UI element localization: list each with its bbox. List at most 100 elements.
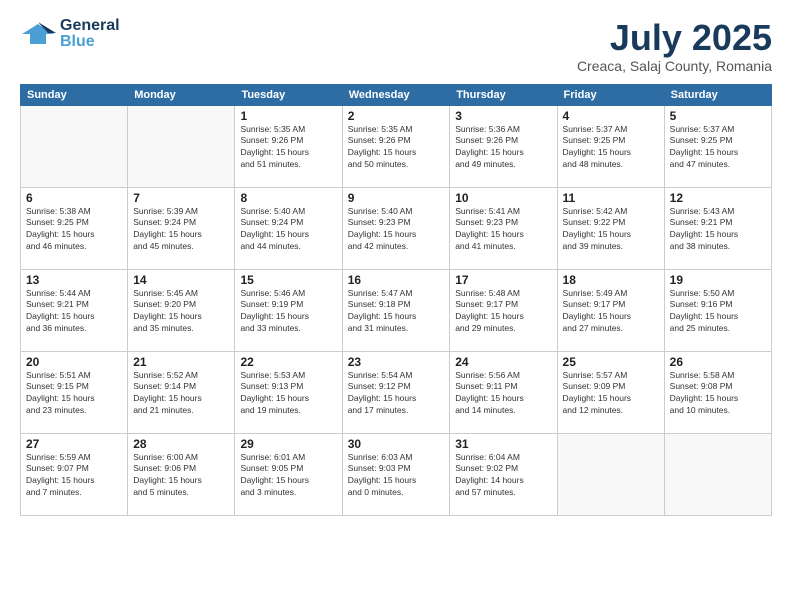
calendar-cell: 30Sunrise: 6:03 AM Sunset: 9:03 PM Dayli…	[342, 433, 450, 515]
day-info: Sunrise: 5:46 AM Sunset: 9:19 PM Dayligh…	[240, 288, 336, 336]
day-number: 21	[133, 355, 229, 369]
day-info: Sunrise: 5:41 AM Sunset: 9:23 PM Dayligh…	[455, 206, 551, 254]
col-sunday: Sunday	[21, 84, 128, 105]
day-info: Sunrise: 6:04 AM Sunset: 9:02 PM Dayligh…	[455, 452, 551, 500]
day-number: 19	[670, 273, 766, 287]
day-number: 1	[240, 109, 336, 123]
logo-general-text: General	[60, 18, 120, 34]
day-number: 6	[26, 191, 122, 205]
calendar-week-1: 1Sunrise: 5:35 AM Sunset: 9:26 PM Daylig…	[21, 105, 772, 187]
logo-blue-text: Blue	[60, 34, 120, 50]
calendar-cell: 31Sunrise: 6:04 AM Sunset: 9:02 PM Dayli…	[450, 433, 557, 515]
calendar-cell: 14Sunrise: 5:45 AM Sunset: 9:20 PM Dayli…	[128, 269, 235, 351]
day-info: Sunrise: 5:36 AM Sunset: 9:26 PM Dayligh…	[455, 124, 551, 172]
calendar-cell	[21, 105, 128, 187]
day-info: Sunrise: 5:43 AM Sunset: 9:21 PM Dayligh…	[670, 206, 766, 254]
day-info: Sunrise: 5:38 AM Sunset: 9:25 PM Dayligh…	[26, 206, 122, 254]
day-number: 31	[455, 437, 551, 451]
calendar-cell: 9Sunrise: 5:40 AM Sunset: 9:23 PM Daylig…	[342, 187, 450, 269]
day-info: Sunrise: 5:50 AM Sunset: 9:16 PM Dayligh…	[670, 288, 766, 336]
col-wednesday: Wednesday	[342, 84, 450, 105]
day-number: 28	[133, 437, 229, 451]
day-info: Sunrise: 5:52 AM Sunset: 9:14 PM Dayligh…	[133, 370, 229, 418]
calendar-week-2: 6Sunrise: 5:38 AM Sunset: 9:25 PM Daylig…	[21, 187, 772, 269]
calendar-cell: 28Sunrise: 6:00 AM Sunset: 9:06 PM Dayli…	[128, 433, 235, 515]
day-info: Sunrise: 5:54 AM Sunset: 9:12 PM Dayligh…	[348, 370, 445, 418]
calendar-cell: 8Sunrise: 5:40 AM Sunset: 9:24 PM Daylig…	[235, 187, 342, 269]
calendar-cell: 10Sunrise: 5:41 AM Sunset: 9:23 PM Dayli…	[450, 187, 557, 269]
day-info: Sunrise: 5:45 AM Sunset: 9:20 PM Dayligh…	[133, 288, 229, 336]
day-info: Sunrise: 5:35 AM Sunset: 9:26 PM Dayligh…	[240, 124, 336, 172]
day-number: 10	[455, 191, 551, 205]
calendar-cell: 3Sunrise: 5:36 AM Sunset: 9:26 PM Daylig…	[450, 105, 557, 187]
calendar-cell: 17Sunrise: 5:48 AM Sunset: 9:17 PM Dayli…	[450, 269, 557, 351]
calendar-cell: 23Sunrise: 5:54 AM Sunset: 9:12 PM Dayli…	[342, 351, 450, 433]
day-number: 26	[670, 355, 766, 369]
calendar-cell: 12Sunrise: 5:43 AM Sunset: 9:21 PM Dayli…	[664, 187, 771, 269]
calendar-cell: 4Sunrise: 5:37 AM Sunset: 9:25 PM Daylig…	[557, 105, 664, 187]
calendar-cell: 25Sunrise: 5:57 AM Sunset: 9:09 PM Dayli…	[557, 351, 664, 433]
calendar-cell: 29Sunrise: 6:01 AM Sunset: 9:05 PM Dayli…	[235, 433, 342, 515]
calendar-cell: 19Sunrise: 5:50 AM Sunset: 9:16 PM Dayli…	[664, 269, 771, 351]
calendar-cell: 27Sunrise: 5:59 AM Sunset: 9:07 PM Dayli…	[21, 433, 128, 515]
day-number: 27	[26, 437, 122, 451]
calendar-cell: 24Sunrise: 5:56 AM Sunset: 9:11 PM Dayli…	[450, 351, 557, 433]
day-number: 14	[133, 273, 229, 287]
col-thursday: Thursday	[450, 84, 557, 105]
calendar-page: General Blue July 2025 Creaca, Salaj Cou…	[0, 0, 792, 612]
day-number: 25	[563, 355, 659, 369]
day-number: 13	[26, 273, 122, 287]
day-number: 30	[348, 437, 445, 451]
col-friday: Friday	[557, 84, 664, 105]
day-number: 20	[26, 355, 122, 369]
day-number: 23	[348, 355, 445, 369]
day-number: 12	[670, 191, 766, 205]
day-info: Sunrise: 5:57 AM Sunset: 9:09 PM Dayligh…	[563, 370, 659, 418]
calendar-week-4: 20Sunrise: 5:51 AM Sunset: 9:15 PM Dayli…	[21, 351, 772, 433]
col-saturday: Saturday	[664, 84, 771, 105]
day-number: 17	[455, 273, 551, 287]
day-info: Sunrise: 5:39 AM Sunset: 9:24 PM Dayligh…	[133, 206, 229, 254]
calendar-cell: 13Sunrise: 5:44 AM Sunset: 9:21 PM Dayli…	[21, 269, 128, 351]
calendar-cell: 22Sunrise: 5:53 AM Sunset: 9:13 PM Dayli…	[235, 351, 342, 433]
day-info: Sunrise: 5:59 AM Sunset: 9:07 PM Dayligh…	[26, 452, 122, 500]
day-info: Sunrise: 5:37 AM Sunset: 9:25 PM Dayligh…	[563, 124, 659, 172]
calendar-cell	[664, 433, 771, 515]
day-info: Sunrise: 5:40 AM Sunset: 9:23 PM Dayligh…	[348, 206, 445, 254]
day-number: 9	[348, 191, 445, 205]
calendar-cell: 11Sunrise: 5:42 AM Sunset: 9:22 PM Dayli…	[557, 187, 664, 269]
calendar-cell: 26Sunrise: 5:58 AM Sunset: 9:08 PM Dayli…	[664, 351, 771, 433]
calendar-cell: 20Sunrise: 5:51 AM Sunset: 9:15 PM Dayli…	[21, 351, 128, 433]
calendar-week-3: 13Sunrise: 5:44 AM Sunset: 9:21 PM Dayli…	[21, 269, 772, 351]
day-info: Sunrise: 5:35 AM Sunset: 9:26 PM Dayligh…	[348, 124, 445, 172]
main-title: July 2025	[577, 18, 772, 58]
day-number: 18	[563, 273, 659, 287]
day-info: Sunrise: 6:03 AM Sunset: 9:03 PM Dayligh…	[348, 452, 445, 500]
day-info: Sunrise: 5:56 AM Sunset: 9:11 PM Dayligh…	[455, 370, 551, 418]
calendar-cell	[557, 433, 664, 515]
day-info: Sunrise: 5:42 AM Sunset: 9:22 PM Dayligh…	[563, 206, 659, 254]
day-info: Sunrise: 5:51 AM Sunset: 9:15 PM Dayligh…	[26, 370, 122, 418]
day-number: 22	[240, 355, 336, 369]
day-number: 4	[563, 109, 659, 123]
day-info: Sunrise: 5:44 AM Sunset: 9:21 PM Dayligh…	[26, 288, 122, 336]
day-number: 3	[455, 109, 551, 123]
calendar-cell: 16Sunrise: 5:47 AM Sunset: 9:18 PM Dayli…	[342, 269, 450, 351]
day-number: 16	[348, 273, 445, 287]
day-number: 7	[133, 191, 229, 205]
day-info: Sunrise: 5:49 AM Sunset: 9:17 PM Dayligh…	[563, 288, 659, 336]
day-info: Sunrise: 5:48 AM Sunset: 9:17 PM Dayligh…	[455, 288, 551, 336]
subtitle: Creaca, Salaj County, Romania	[577, 58, 772, 74]
day-number: 8	[240, 191, 336, 205]
calendar-cell	[128, 105, 235, 187]
day-number: 15	[240, 273, 336, 287]
day-number: 11	[563, 191, 659, 205]
calendar-cell: 15Sunrise: 5:46 AM Sunset: 9:19 PM Dayli…	[235, 269, 342, 351]
day-info: Sunrise: 5:53 AM Sunset: 9:13 PM Dayligh…	[240, 370, 336, 418]
day-number: 2	[348, 109, 445, 123]
calendar-cell: 2Sunrise: 5:35 AM Sunset: 9:26 PM Daylig…	[342, 105, 450, 187]
day-number: 29	[240, 437, 336, 451]
day-info: Sunrise: 5:37 AM Sunset: 9:25 PM Dayligh…	[670, 124, 766, 172]
title-section: July 2025 Creaca, Salaj County, Romania	[577, 18, 772, 74]
day-info: Sunrise: 5:58 AM Sunset: 9:08 PM Dayligh…	[670, 370, 766, 418]
